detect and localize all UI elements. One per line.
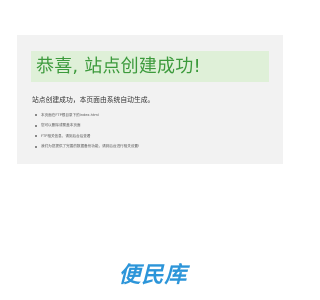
success-panel: 恭喜, 站点创建成功! 站点创建成功，本页面由系统自动生成。 本页面在FTP根目… — [17, 35, 283, 164]
list-item-text: 本页面在FTP根目录下的index.html — [41, 112, 99, 117]
bullet-icon — [35, 145, 37, 148]
info-list: 本页面在FTP根目录下的index.html 您可以删除或覆盖本页面 FTP相关… — [35, 110, 139, 152]
bullet-icon — [35, 114, 37, 117]
success-banner: 恭喜, 站点创建成功! — [31, 51, 269, 82]
list-item: 您可以删除或覆盖本页面 — [35, 121, 139, 132]
page: 恭喜, 站点创建成功! 站点创建成功，本页面由系统自动生成。 本页面在FTP根目… — [0, 0, 300, 300]
list-item: 本页面在FTP根目录下的index.html — [35, 110, 139, 121]
list-item-text: 您可以删除或覆盖本页面 — [41, 123, 81, 128]
list-item-text: FTP相关信息，请到后台后查看 — [41, 133, 91, 138]
page-title: 恭喜, 站点创建成功! — [36, 56, 201, 77]
brand-logo: 便民库 — [113, 263, 193, 289]
bullet-icon — [35, 135, 37, 138]
list-item-text: 我们为您提供了完善的数据备份功能，请到后台进行相关设置! — [41, 144, 140, 149]
list-item: 我们为您提供了完善的数据备份功能，请到后台进行相关设置! — [35, 142, 139, 153]
list-item: FTP相关信息，请到后台后查看 — [35, 131, 139, 142]
success-description: 站点创建成功，本页面由系统自动生成。 — [32, 96, 155, 104]
brand-logo-text: 便民库 — [118, 263, 188, 288]
bullet-icon — [35, 124, 37, 127]
